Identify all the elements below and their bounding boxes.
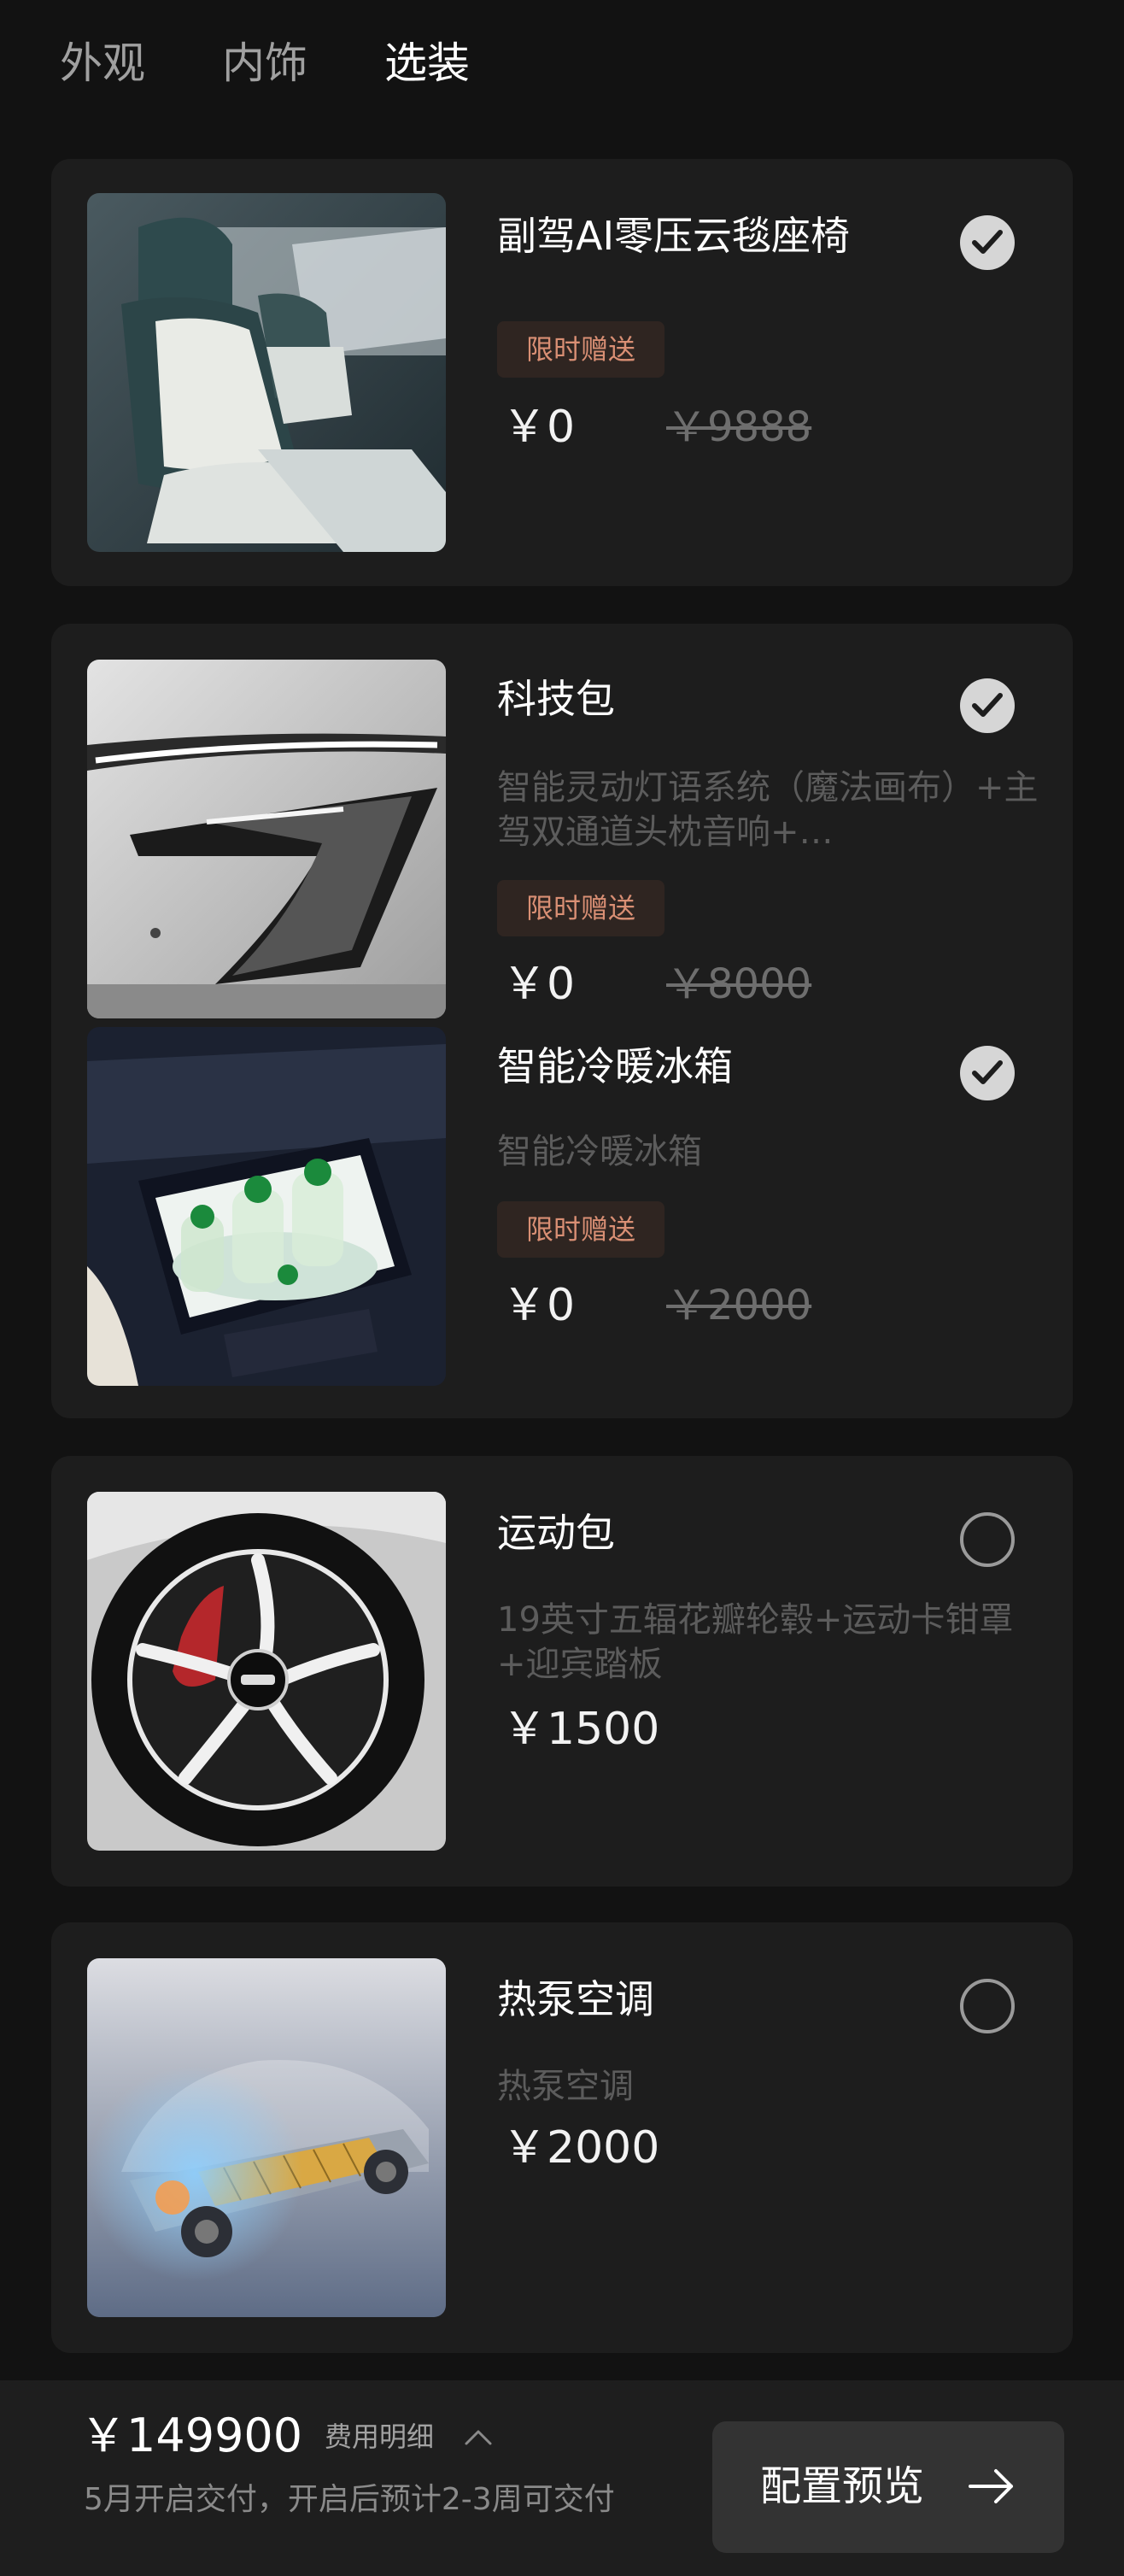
chevron-up-icon[interactable] xyxy=(461,2426,495,2447)
option-price: ￥0 xyxy=(502,959,576,1010)
selected-checkbox[interactable] xyxy=(960,678,1015,733)
option-title: 科技包 xyxy=(497,676,615,722)
tab-bar: 外观 内饰 选装 xyxy=(0,0,1124,128)
check-icon xyxy=(972,1060,1003,1084)
option-description: 热泵空调 xyxy=(497,2067,634,2106)
config-preview-button[interactable]: 配置预览 xyxy=(712,2421,1064,2553)
option-title: 运动包 xyxy=(497,1510,615,1556)
check-icon xyxy=(972,230,1003,254)
tab-exterior[interactable]: 外观 xyxy=(60,31,145,96)
selected-checkbox[interactable] xyxy=(960,1046,1015,1100)
option-card-heat-pump[interactable]: 热泵空调 热泵空调 ￥2000 xyxy=(51,1922,1073,2353)
fridge-image[interactable] xyxy=(87,1027,446,1386)
tab-interior[interactable]: 内饰 xyxy=(222,31,307,96)
option-title: 智能冷暖冰箱 xyxy=(497,1043,733,1089)
option-card-sport-pack[interactable]: 运动包 19英寸五辐花瓣轮毂+运动卡钳罩+迎宾踏板 ￥1500 xyxy=(51,1456,1073,1887)
passenger-seat-image xyxy=(87,193,446,552)
arrow-right-icon xyxy=(969,2469,1013,2503)
option-card-passenger-seat[interactable]: 副驾AI零压云毯座椅 限时赠送 ￥0 ￥9888 xyxy=(51,159,1073,586)
original-price: ￥8000 xyxy=(666,960,812,1008)
option-price: ￥0 xyxy=(502,402,576,453)
fee-detail-link[interactable]: 费用明细 xyxy=(325,2416,434,2457)
promo-badge: 限时赠送 xyxy=(497,1201,665,1258)
promo-badge: 限时赠送 xyxy=(497,880,665,936)
config-preview-label: 配置预览 xyxy=(760,2462,925,2510)
option-price: ￥0 xyxy=(502,1280,576,1331)
original-price: ￥2000 xyxy=(666,1282,812,1329)
total-price: ￥149900 xyxy=(80,2409,303,2462)
check-icon xyxy=(972,693,1003,717)
promo-badge: 限时赠送 xyxy=(497,321,665,378)
unselected-checkbox[interactable] xyxy=(960,1979,1015,2033)
original-price: ￥9888 xyxy=(666,403,812,451)
delivery-info: 5月开启交付，开启后预计2-3周可交付 xyxy=(84,2482,615,2517)
option-price: ￥1500 xyxy=(502,1704,660,1755)
option-description: 19英寸五辐花瓣轮毂+运动卡钳罩+迎宾踏板 xyxy=(497,1600,1014,1684)
selected-checkbox[interactable] xyxy=(960,215,1015,270)
wheel-image xyxy=(87,1492,446,1851)
chassis-image xyxy=(87,1958,446,2317)
option-card-tech-pack-group: 科技包 智能灵动灯语系统（魔法画布）+主驾双通道头枕音响+… 限时赠送 ￥0 ￥… xyxy=(51,624,1073,1418)
tab-options[interactable]: 选装 xyxy=(384,31,470,96)
option-description: 智能灵动灯语系统（魔法画布）+主驾双通道头枕音响+… xyxy=(497,768,1039,852)
option-title: 副驾AI零压云毯座椅 xyxy=(497,213,851,259)
option-description: 智能冷暖冰箱 xyxy=(497,1132,702,1171)
headlight-image[interactable] xyxy=(87,660,446,1018)
option-price: ￥2000 xyxy=(502,2122,660,2174)
option-title: 热泵空调 xyxy=(497,1976,654,2022)
unselected-checkbox[interactable] xyxy=(960,1512,1015,1567)
bottom-bar: ￥149900 费用明细 5月开启交付，开启后预计2-3周可交付 配置预览 xyxy=(0,2380,1124,2576)
